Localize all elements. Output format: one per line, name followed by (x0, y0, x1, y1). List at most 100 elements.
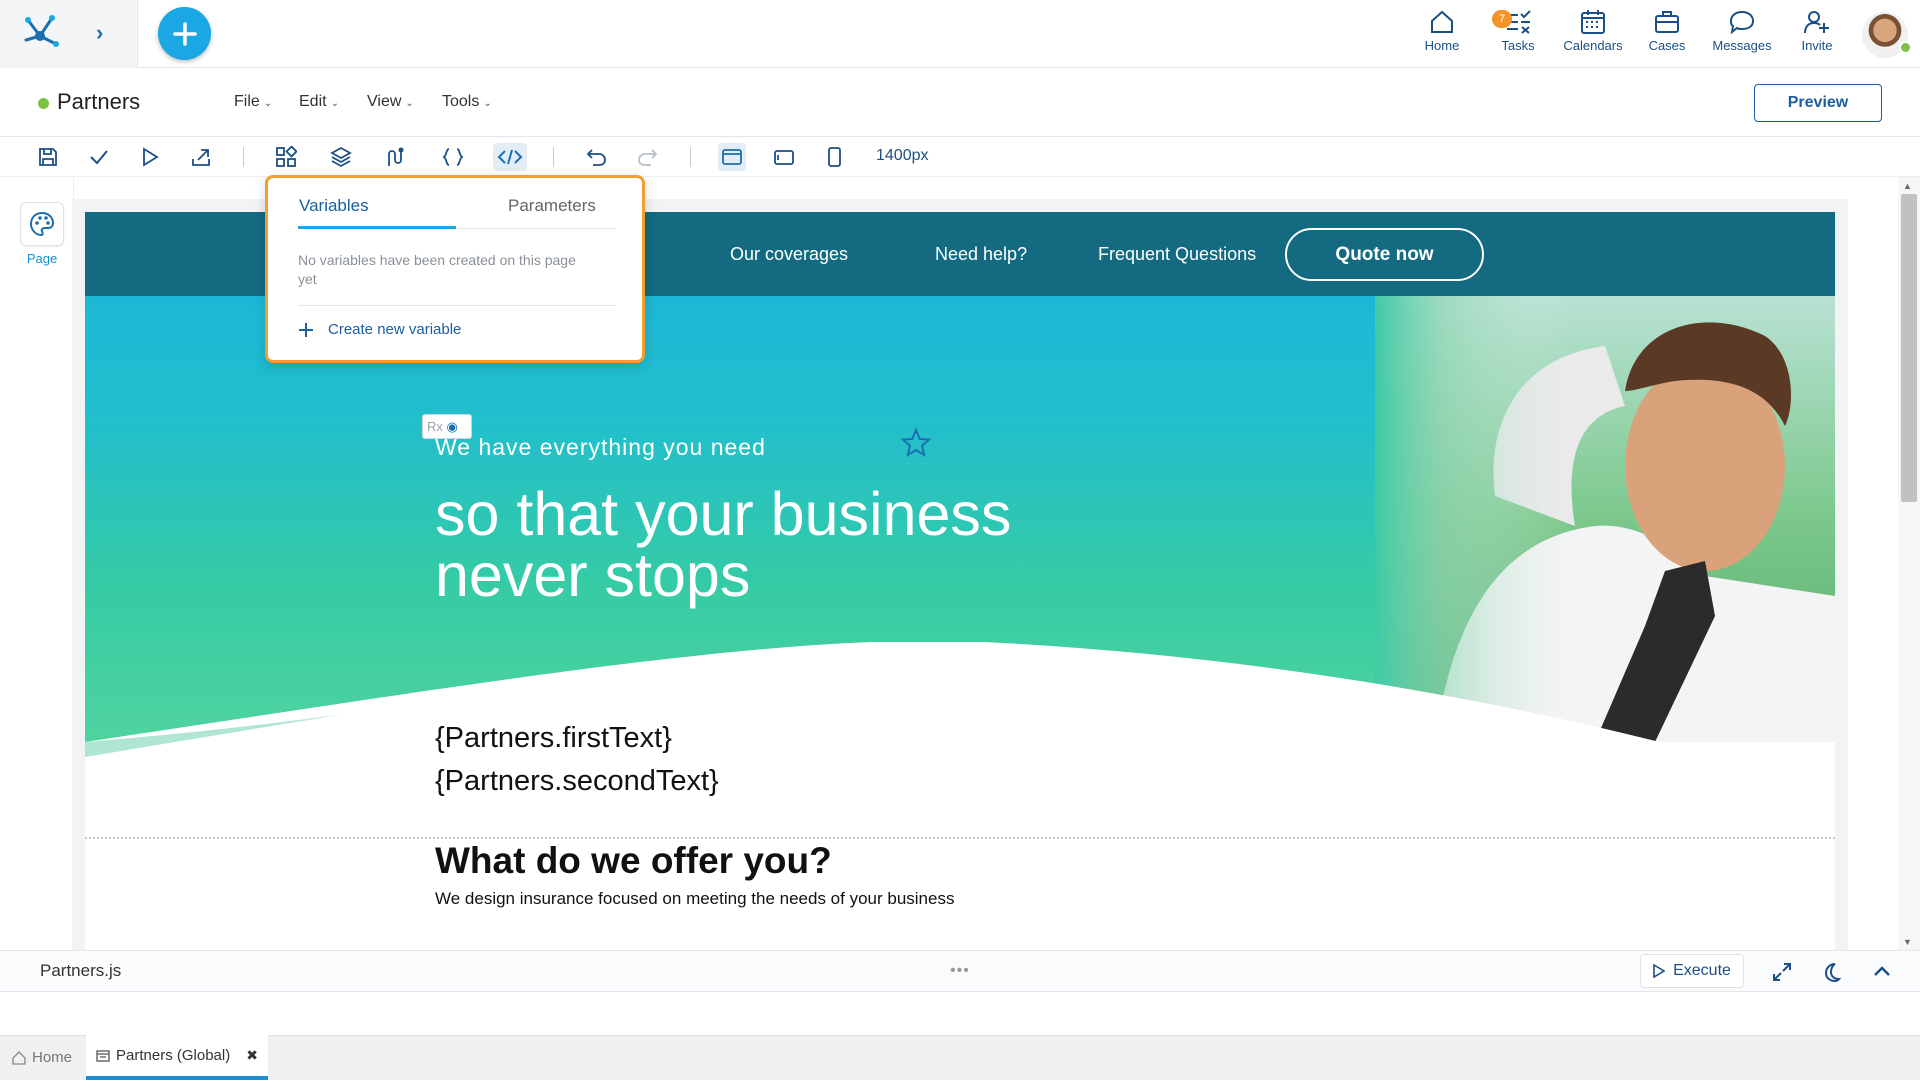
chevron-down-icon: ⌄ (263, 98, 273, 109)
toolbar-separator (243, 147, 244, 167)
tab-partners-label: Partners (Global) (116, 1047, 231, 1064)
reactive-tag[interactable]: Rx ◉ (422, 414, 472, 439)
page-icon (96, 1049, 110, 1062)
nav-home[interactable]: Home (1407, 8, 1477, 60)
execute-button[interactable]: Execute (1640, 954, 1744, 988)
nav-cases[interactable]: Cases (1632, 8, 1702, 60)
play-icon (1653, 964, 1666, 978)
save-icon[interactable] (34, 143, 62, 171)
desktop-view-icon[interactable] (718, 143, 746, 171)
hero-wave-divider (85, 642, 1835, 950)
hero-tagline[interactable]: We have everything you need (435, 434, 766, 461)
popover-divider (298, 305, 616, 306)
nav-calendars-label: Calendars (1563, 38, 1623, 53)
bottom-tabs-bar (0, 1035, 1920, 1080)
page-status-dot (38, 98, 49, 109)
create-variable-label: Create new variable (328, 321, 462, 338)
close-icon[interactable]: ✖ (246, 1047, 258, 1064)
dark-mode-icon[interactable] (1818, 958, 1846, 986)
nav-link-coverages[interactable]: Our coverages (730, 244, 848, 265)
scroll-down-arrow-icon[interactable]: ▼ (1903, 937, 1912, 947)
nav-tasks-label: Tasks (1501, 38, 1535, 53)
widgets-icon[interactable] (272, 143, 300, 171)
offer-heading[interactable]: What do we offer you? (435, 840, 832, 882)
tab-variables[interactable]: Variables (299, 196, 369, 216)
invite-user-icon (1804, 11, 1829, 34)
publish-icon[interactable] (187, 143, 215, 171)
page-title: Partners (57, 89, 141, 114)
scrollbar-thumb[interactable] (1901, 194, 1917, 502)
create-variable-button[interactable]: Create new variable (298, 321, 461, 338)
tablet-view-icon[interactable] (770, 143, 798, 171)
menu-view[interactable]: View ⌄ (367, 93, 414, 111)
offer-subheading[interactable]: We design insurance focused on meeting t… (435, 889, 954, 909)
nav-cases-label: Cases (1648, 38, 1686, 53)
tab-partners-global[interactable]: Partners (Global) ✖ (86, 1035, 268, 1080)
nav-invite-label: Invite (1801, 38, 1833, 53)
page-style-button[interactable] (20, 202, 64, 246)
check-icon[interactable] (85, 143, 113, 171)
menu-edit-label: Edit (299, 93, 327, 110)
variable-text-block[interactable]: {Partners.firstText} {Partners.secondTex… (435, 717, 719, 803)
flow-icon[interactable] (382, 143, 410, 171)
collapse-up-icon[interactable] (1868, 958, 1896, 986)
quote-now-button[interactable]: Quote now (1285, 228, 1484, 281)
nav-messages-label: Messages (1712, 38, 1772, 53)
section-boundary (85, 837, 1835, 839)
scroll-up-arrow-icon[interactable]: ▲ (1903, 181, 1912, 191)
plus-icon (172, 21, 197, 46)
nav-link-help[interactable]: Need help? (935, 244, 1027, 265)
tab-parameters[interactable]: Parameters (508, 196, 596, 216)
run-icon[interactable] (136, 143, 164, 171)
active-tab-indicator (298, 226, 456, 229)
nav-messages[interactable]: Messages (1707, 8, 1777, 60)
variable-first-text: {Partners.firstText} (435, 722, 672, 754)
rx-label: Rx (427, 419, 443, 434)
variables-popover: Variables Parameters No variables have b… (265, 175, 645, 363)
briefcase-icon (1655, 11, 1679, 33)
eye-icon: ◉ (446, 419, 458, 434)
star-icon[interactable] (900, 427, 932, 459)
create-new-button[interactable] (158, 7, 211, 60)
home-icon (1431, 10, 1453, 33)
page-tool-label: Page (26, 251, 58, 266)
nav-invite[interactable]: Invite (1782, 8, 1852, 60)
chevron-down-icon: ⌄ (330, 98, 339, 109)
menu-tools[interactable]: Tools ⌄ (442, 93, 492, 111)
preview-button[interactable]: Preview (1754, 84, 1882, 122)
online-status-dot (1899, 41, 1912, 54)
mobile-view-icon[interactable] (820, 143, 848, 171)
nav-calendars[interactable]: Calendars (1558, 8, 1628, 60)
menu-file[interactable]: File ⌄ (234, 93, 272, 111)
app-logo-icon[interactable] (18, 10, 62, 54)
hero-headline[interactable]: so that your business never stops (435, 484, 1135, 606)
canvas-width-label[interactable]: 1400px (876, 147, 929, 165)
expand-icon[interactable] (1768, 958, 1796, 986)
nav-link-faq[interactable]: Frequent Questions (1098, 244, 1256, 265)
home-icon (12, 1050, 26, 1065)
execute-label: Execute (1673, 962, 1731, 979)
tab-home-label: Home (32, 1049, 73, 1066)
menu-view-label: View (367, 93, 402, 110)
layers-icon[interactable] (327, 143, 355, 171)
left-tool-panel (0, 177, 74, 950)
chevron-down-icon: ⌄ (405, 98, 414, 109)
menu-edit[interactable]: Edit ⌄ (299, 93, 339, 111)
toolbar-separator (553, 147, 554, 167)
code-file-name: Partners.js (40, 961, 122, 980)
code-editor-area[interactable] (0, 992, 1920, 1035)
resize-handle[interactable]: ••• (950, 962, 970, 980)
chevron-down-icon: ⌄ (483, 98, 492, 109)
braces-icon[interactable] (439, 143, 467, 171)
no-variables-message: No variables have been created on this p… (298, 252, 576, 287)
chat-icon (1729, 10, 1755, 35)
menu-file-label: File (234, 93, 260, 110)
expand-chevron-icon[interactable]: › (96, 22, 114, 44)
calendar-icon (1581, 10, 1605, 34)
redo-icon[interactable] (634, 143, 662, 171)
undo-icon[interactable] (582, 143, 610, 171)
palette-icon (29, 211, 55, 237)
tab-home[interactable]: Home (2, 1035, 82, 1080)
tasks-count-badge: 7 (1492, 10, 1512, 28)
code-icon[interactable] (493, 143, 527, 171)
